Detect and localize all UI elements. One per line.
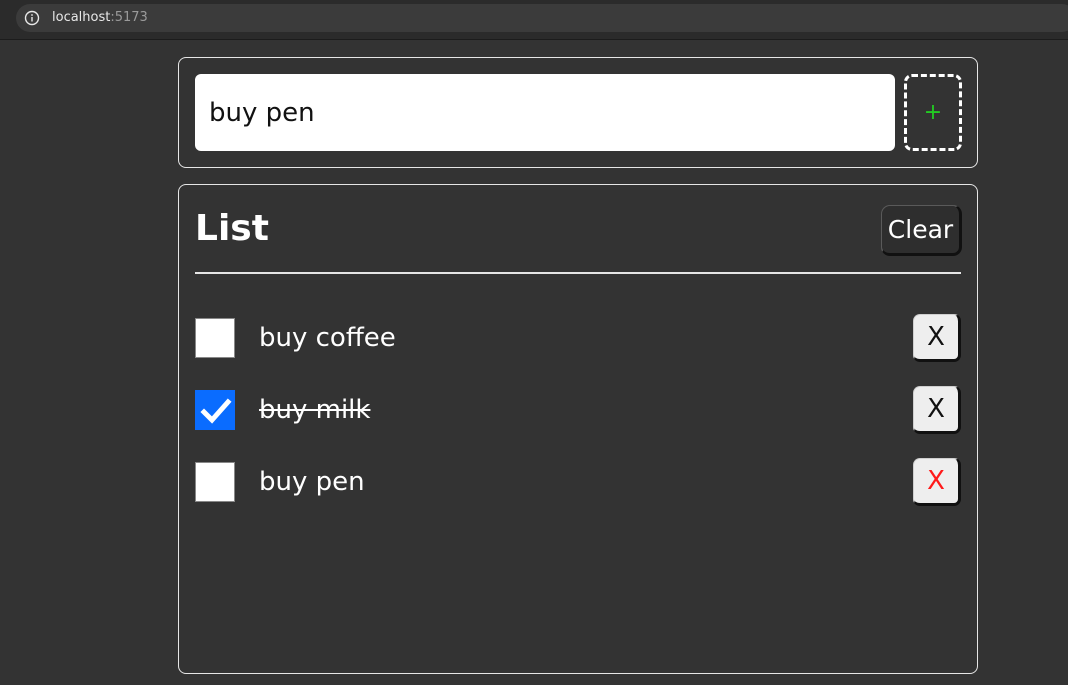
url-text[interactable]: localhost:5173 bbox=[52, 9, 148, 27]
todo-item: buy milk X bbox=[195, 386, 961, 434]
todo-checkbox[interactable] bbox=[195, 462, 235, 502]
url-host: localhost bbox=[52, 10, 111, 25]
clear-button[interactable]: Clear bbox=[881, 205, 962, 256]
delete-button[interactable]: X bbox=[913, 314, 961, 362]
todo-checkbox[interactable] bbox=[195, 390, 235, 430]
todo-text: buy coffee bbox=[259, 323, 396, 353]
browser-toolbar: localhost:5173 bbox=[0, 0, 1068, 40]
url-port: :5173 bbox=[110, 10, 148, 25]
add-button[interactable]: + bbox=[904, 74, 962, 151]
todo-text: buy pen bbox=[259, 467, 365, 497]
list-divider bbox=[195, 272, 961, 274]
todo-item: buy coffee X bbox=[195, 314, 961, 362]
info-icon[interactable] bbox=[24, 10, 40, 26]
todo-list-panel: List Clear buy coffee X buy milk X buy p… bbox=[178, 184, 978, 674]
delete-button[interactable]: X bbox=[913, 458, 961, 506]
check-icon bbox=[200, 398, 232, 424]
delete-button[interactable]: X bbox=[913, 386, 961, 434]
add-todo-form: + bbox=[178, 57, 978, 168]
todo-input[interactable] bbox=[195, 74, 895, 151]
todo-checkbox[interactable] bbox=[195, 318, 235, 358]
address-bar[interactable] bbox=[16, 4, 1068, 32]
list-title: List bbox=[195, 208, 269, 249]
todo-text: buy milk bbox=[259, 395, 371, 425]
todo-item: buy pen X bbox=[195, 458, 961, 506]
